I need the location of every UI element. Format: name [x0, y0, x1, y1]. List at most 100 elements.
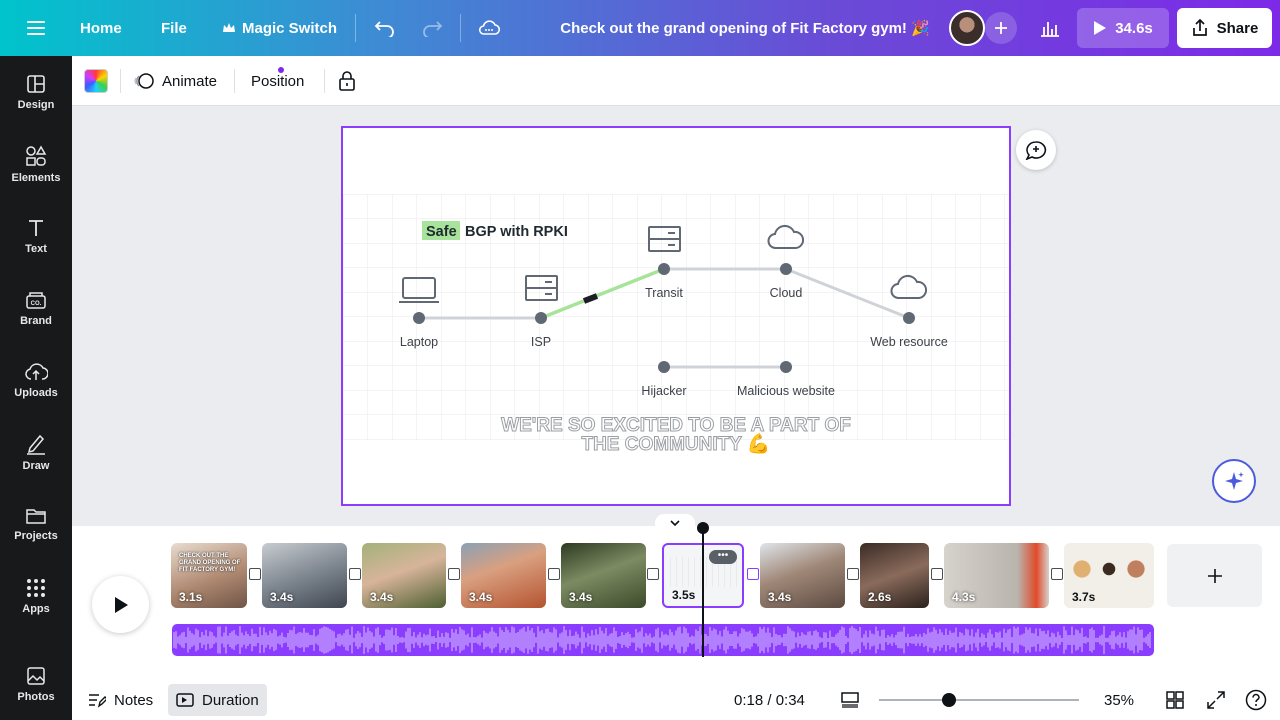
- insights-button[interactable]: [1032, 8, 1068, 48]
- label-isp: ISP: [531, 335, 551, 349]
- zoom-slider-thumb[interactable]: [942, 693, 956, 707]
- notes-button[interactable]: Notes: [88, 680, 153, 720]
- timeline-play-button[interactable]: [92, 576, 149, 633]
- sidebar-item-label: Design: [17, 98, 55, 111]
- magic-assistant-button[interactable]: [1212, 459, 1256, 503]
- plus-icon: [1207, 568, 1222, 583]
- text-icon: [29, 219, 43, 236]
- design-title[interactable]: Check out the grand opening of Fit Facto…: [560, 0, 930, 56]
- magic-switch-label: Magic Switch: [242, 19, 338, 37]
- clip-more-button[interactable]: •••: [709, 550, 737, 564]
- left-sidebar: Design Elements Text CO. Brand Uploads D…: [0, 56, 72, 720]
- draw-icon: [27, 434, 45, 455]
- bar-chart-icon: [1041, 22, 1059, 37]
- add-collaborator-button[interactable]: [985, 12, 1017, 44]
- transition-icon[interactable]: [1051, 568, 1063, 580]
- cloud-save-icon[interactable]: [475, 14, 503, 42]
- animate-label: Animate: [162, 72, 218, 90]
- caption-line-1[interactable]: WE'RE SO EXCITED TO BE A PART OF: [501, 415, 852, 437]
- file-menu-button[interactable]: File: [161, 0, 187, 56]
- timeline-clip-7[interactable]: 3.4s: [760, 543, 845, 608]
- sidebar-item-apps[interactable]: Apps: [0, 564, 72, 628]
- transition-icon[interactable]: [647, 568, 659, 580]
- user-avatar[interactable]: [949, 10, 985, 46]
- clip-duration: 4.3s: [952, 590, 976, 604]
- design-page[interactable]: Safe BGP with RPKI Laptop ISP Transit Cl…: [341, 126, 1011, 506]
- notes-label: Notes: [114, 691, 154, 709]
- clip-duration: 3.7s: [1072, 590, 1096, 604]
- timeline-clip-10[interactable]: 3.7s: [1064, 543, 1154, 608]
- sidebar-item-projects[interactable]: Projects: [0, 492, 72, 556]
- add-comment-button[interactable]: [1016, 130, 1056, 170]
- duration-label: Duration: [202, 691, 259, 709]
- audio-track[interactable]: [172, 624, 1154, 656]
- transition-icon[interactable]: [349, 568, 361, 580]
- transition-icon[interactable]: [548, 568, 560, 580]
- add-page-button[interactable]: [1167, 544, 1262, 607]
- transition-icon[interactable]: [448, 568, 460, 580]
- caption-line-2[interactable]: THE COMMUNITY 💪: [581, 432, 771, 456]
- grid-view-button[interactable]: [1166, 680, 1184, 720]
- sidebar-item-design[interactable]: Design: [0, 60, 72, 124]
- lock-icon: [339, 71, 355, 91]
- transition-icon[interactable]: [931, 568, 943, 580]
- present-play-button[interactable]: 34.6s: [1077, 8, 1169, 48]
- color-picker-button[interactable]: [84, 56, 108, 106]
- animate-button[interactable]: Animate: [134, 56, 284, 106]
- help-button[interactable]: [1245, 680, 1267, 720]
- sidebar-item-label: Brand: [20, 314, 52, 327]
- svg-text:CO.: CO.: [31, 301, 42, 307]
- zoom-level[interactable]: 35%: [1104, 680, 1134, 720]
- position-button[interactable]: Position: [251, 56, 304, 106]
- play-icon: [1094, 21, 1107, 35]
- sidebar-item-draw[interactable]: Draw: [0, 420, 72, 484]
- node-laptop: [413, 312, 425, 324]
- share-icon: [1192, 19, 1207, 36]
- sidebar-item-uploads[interactable]: Uploads: [0, 348, 72, 412]
- timeline-clip-4[interactable]: 3.4s: [461, 543, 546, 608]
- home-button[interactable]: Home: [80, 0, 122, 56]
- fullscreen-button[interactable]: [1207, 680, 1225, 720]
- sidebar-item-brand[interactable]: CO. Brand: [0, 276, 72, 340]
- sidebar-item-label: Apps: [22, 602, 50, 615]
- sidebar-item-text[interactable]: Text: [0, 204, 72, 268]
- timeline-clip-2[interactable]: 3.4s: [262, 543, 347, 608]
- sidebar-item-label: Elements: [11, 171, 61, 184]
- collapse-timeline-button[interactable]: [655, 514, 695, 532]
- lock-button[interactable]: [338, 56, 356, 106]
- transition-icon[interactable]: [249, 568, 261, 580]
- notes-icon: [89, 694, 106, 708]
- timeline-clip-5[interactable]: 3.4s: [561, 543, 646, 608]
- timeline-clip-8[interactable]: 2.6s: [860, 543, 929, 608]
- chevron-down-icon: [670, 519, 680, 526]
- share-button[interactable]: Share: [1177, 8, 1272, 48]
- undo-icon[interactable]: [371, 14, 399, 42]
- duration-button[interactable]: Duration: [168, 684, 267, 716]
- context-toolbar: Animate Position: [72, 56, 1280, 106]
- label-malicious-website: Malicious website: [737, 384, 835, 398]
- zoom-slider[interactable]: [879, 693, 1079, 707]
- help-icon: [1245, 689, 1267, 711]
- projects-icon: [26, 508, 46, 524]
- playhead[interactable]: [702, 525, 704, 657]
- time-display: 0:18 / 0:34: [734, 691, 805, 709]
- sidebar-item-elements[interactable]: Elements: [0, 132, 72, 196]
- page-view-toggle[interactable]: [840, 680, 860, 720]
- sparkle-icon: [1225, 472, 1244, 490]
- timeline-clip-9[interactable]: 4.3s: [944, 543, 1049, 608]
- label-hijacker: Hijacker: [641, 384, 686, 398]
- sidebar-item-label: Text: [25, 242, 47, 255]
- redo-icon[interactable]: [418, 14, 446, 42]
- divider: [324, 69, 325, 93]
- elements-icon: [26, 144, 47, 166]
- transition-icon[interactable]: [847, 568, 859, 580]
- magic-switch-button[interactable]: Magic Switch: [222, 0, 337, 56]
- menu-icon[interactable]: [22, 14, 50, 42]
- sidebar-item-label: Photos: [17, 690, 55, 703]
- sidebar-item-photos[interactable]: Photos: [0, 652, 72, 716]
- node-web-resource: [903, 312, 915, 324]
- clip-duration: 2.6s: [868, 590, 892, 604]
- timeline-clip-1[interactable]: CHECK OUT THE GRAND OPENING OF FIT FACTO…: [171, 543, 247, 608]
- transition-icon[interactable]: [747, 568, 759, 580]
- timeline-clip-3[interactable]: 3.4s: [362, 543, 446, 608]
